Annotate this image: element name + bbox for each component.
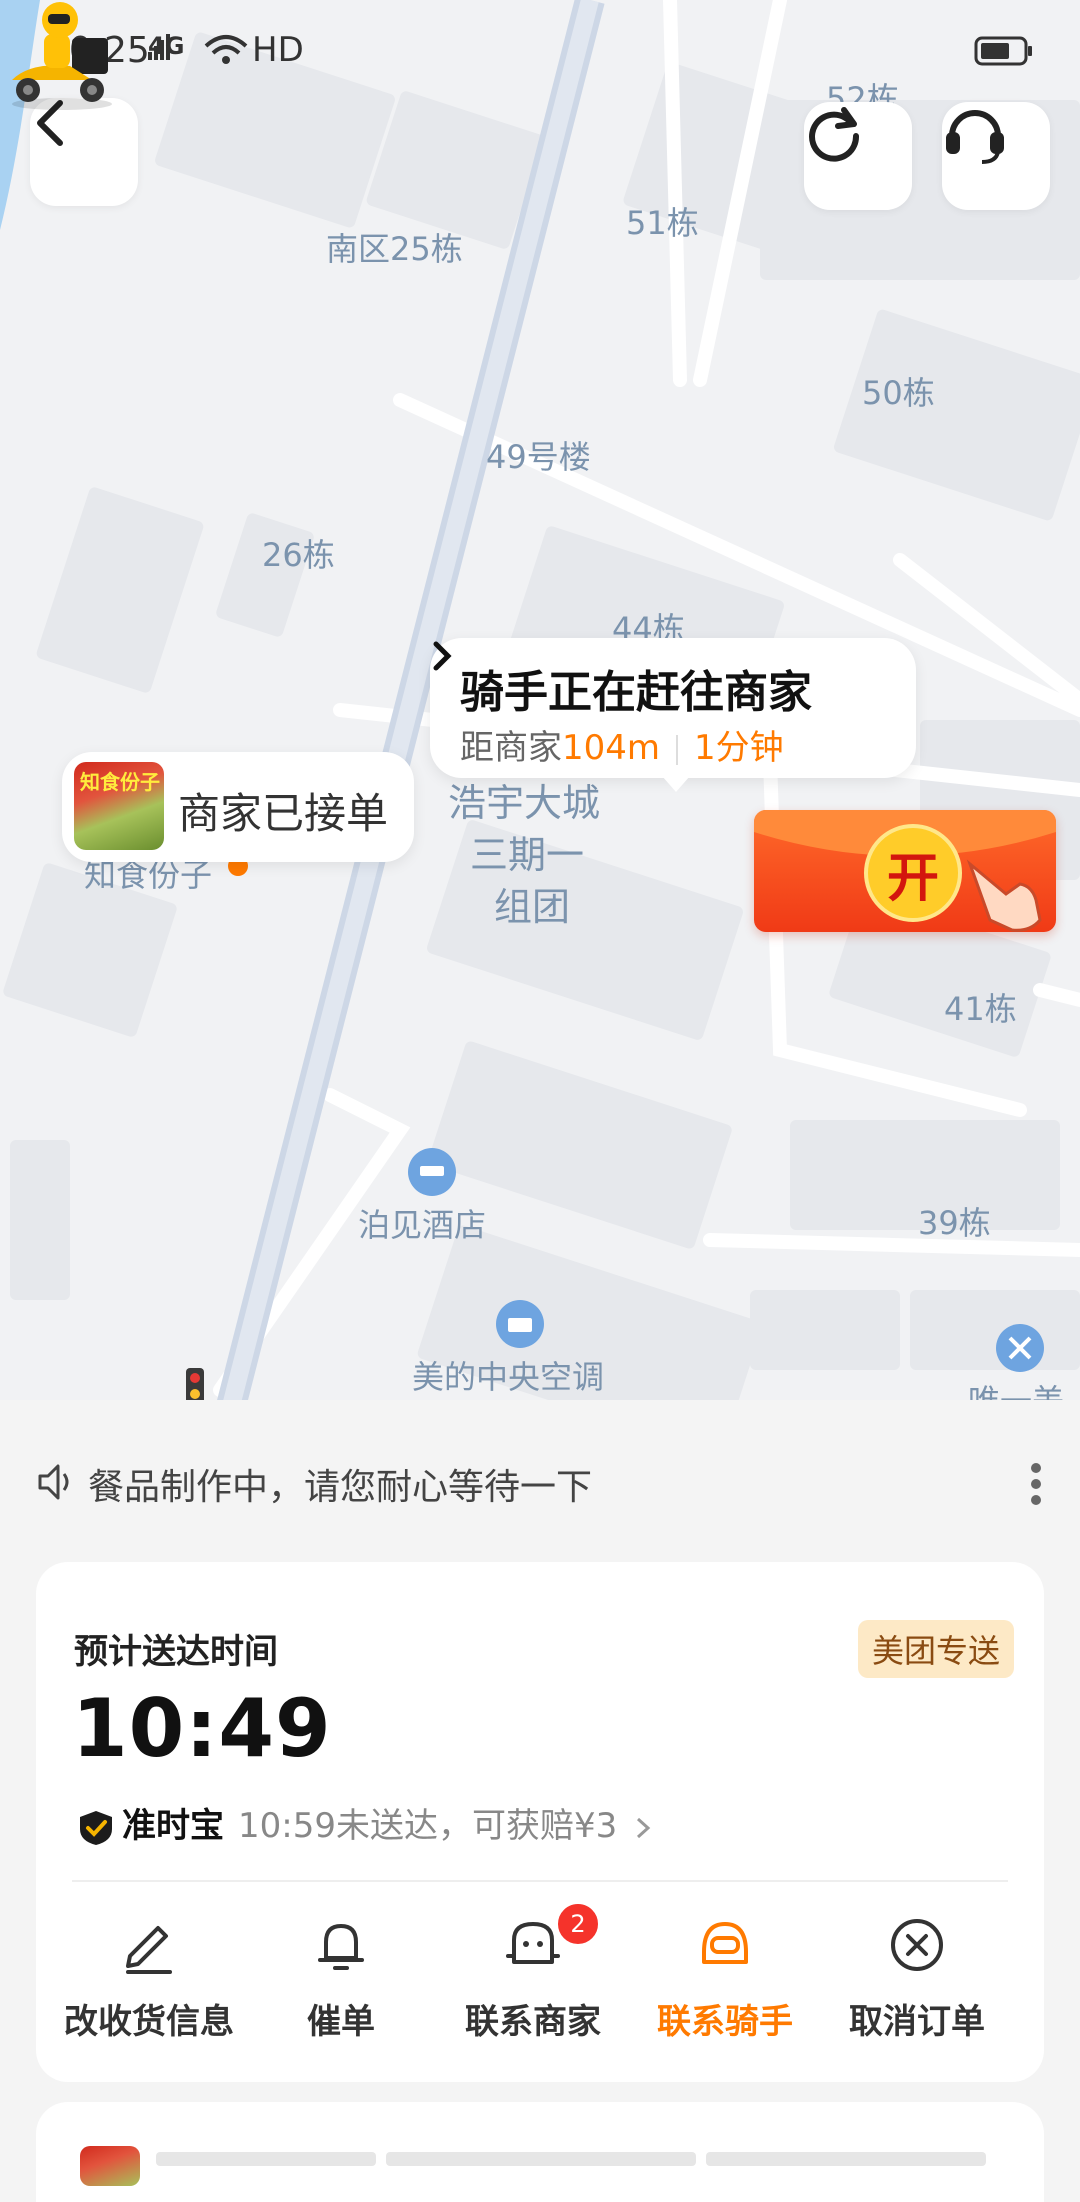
cancel-icon bbox=[891, 1919, 943, 1971]
eta-value: 1分钟 bbox=[694, 728, 784, 768]
red-packet-banner[interactable]: 开 bbox=[754, 810, 1056, 932]
guarantee-desc: 10:59未送达，可获赔¥3 bbox=[238, 1806, 618, 1846]
building-label: 50栋 bbox=[862, 374, 935, 412]
building-label: 39栋 bbox=[918, 1204, 991, 1242]
headset-icon bbox=[946, 110, 1004, 164]
edit-address-button[interactable]: 改收货信息 bbox=[54, 1912, 244, 2052]
rider-scooter-icon bbox=[12, 2, 112, 110]
rider-distance: 距商家104m 1分钟 bbox=[460, 720, 784, 769]
order-detail-card bbox=[36, 2102, 1044, 2202]
building-label: 组团 bbox=[494, 885, 571, 929]
action-label: 改收货信息 bbox=[64, 2002, 234, 2042]
back-button[interactable] bbox=[30, 98, 138, 206]
notice-text: 餐品制作中，请您耐心等待一下 bbox=[88, 1467, 593, 1508]
building-label: 49号楼 bbox=[486, 438, 591, 476]
placeholder-line bbox=[706, 2152, 986, 2166]
divider bbox=[676, 734, 679, 765]
shield-check-icon bbox=[80, 1810, 112, 1845]
chevron-right-icon bbox=[433, 641, 452, 671]
more-vertical-icon[interactable] bbox=[1028, 1462, 1044, 1506]
signal-bars-icon bbox=[148, 34, 170, 60]
poi-label: 泊见酒店 bbox=[358, 1206, 487, 1244]
cancel-order-button[interactable]: 取消订单 bbox=[822, 1912, 1012, 2052]
action-label: 催单 bbox=[307, 2002, 375, 2042]
shop-thumb-title: 知食份子 bbox=[80, 770, 160, 794]
action-label: 联系商家 bbox=[465, 2002, 601, 2042]
battery-icon bbox=[974, 36, 1032, 66]
urge-order-button[interactable]: 催单 bbox=[246, 1912, 436, 2052]
speaker-icon bbox=[38, 1464, 69, 1500]
pointing-hand-icon bbox=[966, 859, 1042, 932]
placeholder-line bbox=[386, 2152, 696, 2166]
shop-status-text: 商家已接单 bbox=[178, 789, 389, 838]
chevron-right-icon bbox=[637, 1817, 651, 1838]
eta-time: 10:49 bbox=[72, 1682, 332, 1775]
placeholder-line bbox=[156, 2152, 376, 2166]
bell-icon bbox=[318, 1924, 364, 1970]
action-label: 取消订单 bbox=[849, 2002, 985, 2042]
building-label: 南区25栋 bbox=[326, 230, 463, 268]
building-label: 41栋 bbox=[944, 990, 1017, 1028]
refresh-icon bbox=[809, 107, 860, 162]
signal-icon: 4G bbox=[148, 32, 184, 60]
distance-prefix: 距商家 bbox=[460, 728, 562, 768]
eta-label: 预计送达时间 bbox=[74, 1632, 278, 1672]
contact-merchant-button[interactable]: 2 联系商家 bbox=[438, 1902, 628, 2052]
delivery-card: 预计送达时间 美团专送 10:49 准时宝 10:59未送达，可获赔¥3 改收货信… bbox=[36, 1562, 1044, 2082]
building-label: 浩宇大城 bbox=[448, 781, 601, 825]
delivery-service-tag: 美团专送 bbox=[857, 1620, 1014, 1678]
shop-thumbnail: 知食份子 bbox=[74, 762, 164, 850]
notice-bar: 餐品制作中，请您耐心等待一下 bbox=[0, 1400, 1080, 1564]
map-view[interactable]: 52栋 南区25栋 51栋 50栋 49号楼 26栋 44栋 浩宇大城 三期一 … bbox=[0, 0, 1080, 1420]
ontime-guarantee[interactable]: 准时宝 10:59未送达，可获赔¥3 bbox=[78, 1798, 654, 1847]
edit-icon bbox=[126, 1926, 172, 1974]
building-label: 26栋 bbox=[262, 536, 335, 574]
red-packet-open-coin: 开 bbox=[864, 824, 962, 922]
action-label: 联系骑手 bbox=[657, 2002, 793, 2042]
distance-value: 104m bbox=[562, 728, 661, 768]
wifi-icon bbox=[204, 35, 248, 64]
rider-status-bubble[interactable]: 骑手正在赶往商家 距商家104m 1分钟 bbox=[430, 638, 916, 792]
hd-indicator: HD bbox=[252, 30, 304, 70]
rider-icon bbox=[702, 1922, 748, 1964]
building-label: 51栋 bbox=[626, 204, 699, 242]
guarantee-name: 准时宝 bbox=[122, 1806, 224, 1846]
status-bar: 10:25 4G HD bbox=[0, 0, 1080, 100]
contact-rider-button[interactable]: 联系骑手 bbox=[630, 1912, 820, 2052]
refresh-button[interactable] bbox=[804, 102, 912, 210]
shop-avatar bbox=[80, 2146, 140, 2186]
unread-badge: 2 bbox=[556, 1902, 600, 1946]
card-divider bbox=[72, 1880, 1008, 1882]
rider-status-title: 骑手正在赶往商家 bbox=[460, 667, 812, 718]
building-label: 三期一 bbox=[470, 833, 585, 877]
shop-status-bubble[interactable]: 知食份子 商家已接单 bbox=[62, 752, 414, 862]
customer-service-button[interactable] bbox=[942, 102, 1050, 210]
poi-label: 美的中央空调 bbox=[412, 1358, 605, 1396]
